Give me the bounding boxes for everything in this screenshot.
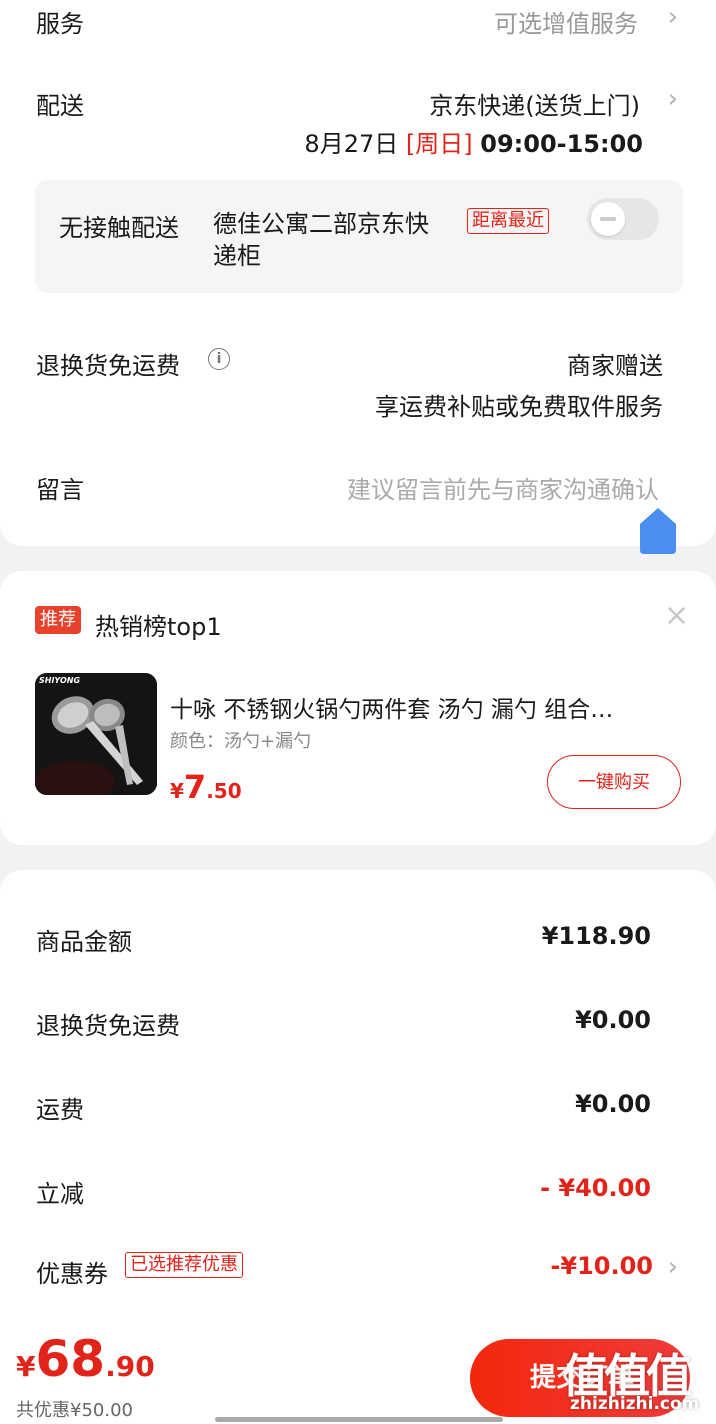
delivery-label: 配送 — [36, 92, 84, 120]
summary-row: 退换货免运费 ¥0.00 — [0, 1002, 716, 1042]
total-price: ¥68.90 — [16, 1330, 155, 1388]
watermark-site: zhizhizhi.com — [570, 1394, 700, 1414]
service-label: 服务 — [36, 10, 84, 38]
message-input[interactable]: 建议留言前先与商家沟通确认 — [347, 470, 659, 505]
delivery-hours: 09:00-15:00 — [480, 130, 643, 158]
scroll-top-tab[interactable] — [640, 508, 676, 554]
return-shipping-value: 商家赠送 — [567, 352, 663, 380]
locker-address: 德佳公寓二部京东快递柜 — [213, 210, 429, 270]
product-spec: 颜色：汤勺+漏勺 — [170, 731, 312, 752]
service-row[interactable]: 服务 可选增值服务 › — [0, 0, 716, 40]
product-image[interactable]: SHIYONG — [35, 673, 157, 795]
recommend-badge: 推荐 — [35, 606, 81, 634]
delivery-row[interactable]: 配送 京东快递(送货上门) › 8月27日 [周日] 09:00-15:00 — [0, 80, 716, 160]
delivery-weekday: [周日] — [405, 130, 473, 158]
coupon-tag: 已选推荐优惠 — [125, 1252, 243, 1278]
summary-value: ¥0.00 — [575, 1006, 651, 1034]
product-price: ¥7.50 — [170, 768, 242, 806]
price-integer: 7 — [183, 768, 207, 806]
return-shipping-label: 退换货免运费 — [36, 352, 180, 380]
price-decimal: .50 — [206, 779, 242, 803]
summary-row: 运费 ¥0.00 — [0, 1086, 716, 1126]
summary-label: 优惠券 — [36, 1260, 108, 1288]
chevron-right-icon: › — [667, 84, 678, 114]
product-name[interactable]: 十咏 不锈钢火锅勺两件套 汤勺 漏勺 组合… — [170, 690, 675, 724]
contactless-toggle[interactable] — [587, 198, 659, 240]
summary-value: ¥118.90 — [541, 922, 651, 950]
summary-label: 运费 — [36, 1096, 84, 1124]
service-value: 可选增值服务 — [494, 10, 638, 38]
delivery-method: 京东快递(送货上门) — [429, 92, 640, 120]
summary-value: ¥0.00 — [575, 1090, 651, 1118]
info-icon[interactable]: i — [208, 348, 230, 370]
chevron-right-icon: › — [667, 1252, 678, 1282]
message-label: 留言 — [36, 476, 84, 504]
summary-label: 立减 — [36, 1180, 84, 1208]
chevron-right-icon: › — [667, 2, 678, 32]
return-shipping-desc: 享运费补贴或免费取件服务 — [375, 393, 663, 421]
contactless-label: 无接触配送 — [59, 214, 179, 242]
delivery-time: 8月27日 [周日] 09:00-15:00 — [304, 124, 643, 159]
total-discount: 共优惠¥50.00 — [16, 1400, 133, 1421]
one-click-buy-button[interactable]: 一键购买 — [547, 755, 681, 809]
summary-label: 退换货免运费 — [36, 1012, 180, 1040]
total-integer: 68 — [35, 1330, 106, 1388]
summary-label: 商品金额 — [36, 928, 132, 956]
recommend-title: 热销榜top1 — [95, 613, 222, 641]
ladle-picture — [35, 673, 157, 795]
total-symbol: ¥ — [16, 1350, 36, 1383]
message-row[interactable]: 留言 建议留言前先与商家沟通确认 — [0, 460, 716, 510]
total-decimal: .90 — [105, 1350, 155, 1383]
summary-value: -¥10.00 — [550, 1252, 653, 1280]
close-icon[interactable]: × — [664, 598, 689, 633]
nearest-tag: 距离最近 — [467, 208, 549, 234]
product-brand: SHIYONG — [39, 676, 81, 685]
delivery-date: 8月27日 — [304, 130, 399, 158]
coupon-row[interactable]: 优惠券 已选推荐优惠 -¥10.00 › — [0, 1248, 716, 1292]
summary-value: - ¥40.00 — [540, 1174, 651, 1202]
toggle-knob — [591, 202, 625, 236]
home-indicator[interactable] — [215, 1417, 503, 1422]
summary-row: 商品金额 ¥118.90 — [0, 918, 716, 958]
price-symbol: ¥ — [170, 779, 184, 803]
summary-row: 立减 - ¥40.00 — [0, 1170, 716, 1210]
